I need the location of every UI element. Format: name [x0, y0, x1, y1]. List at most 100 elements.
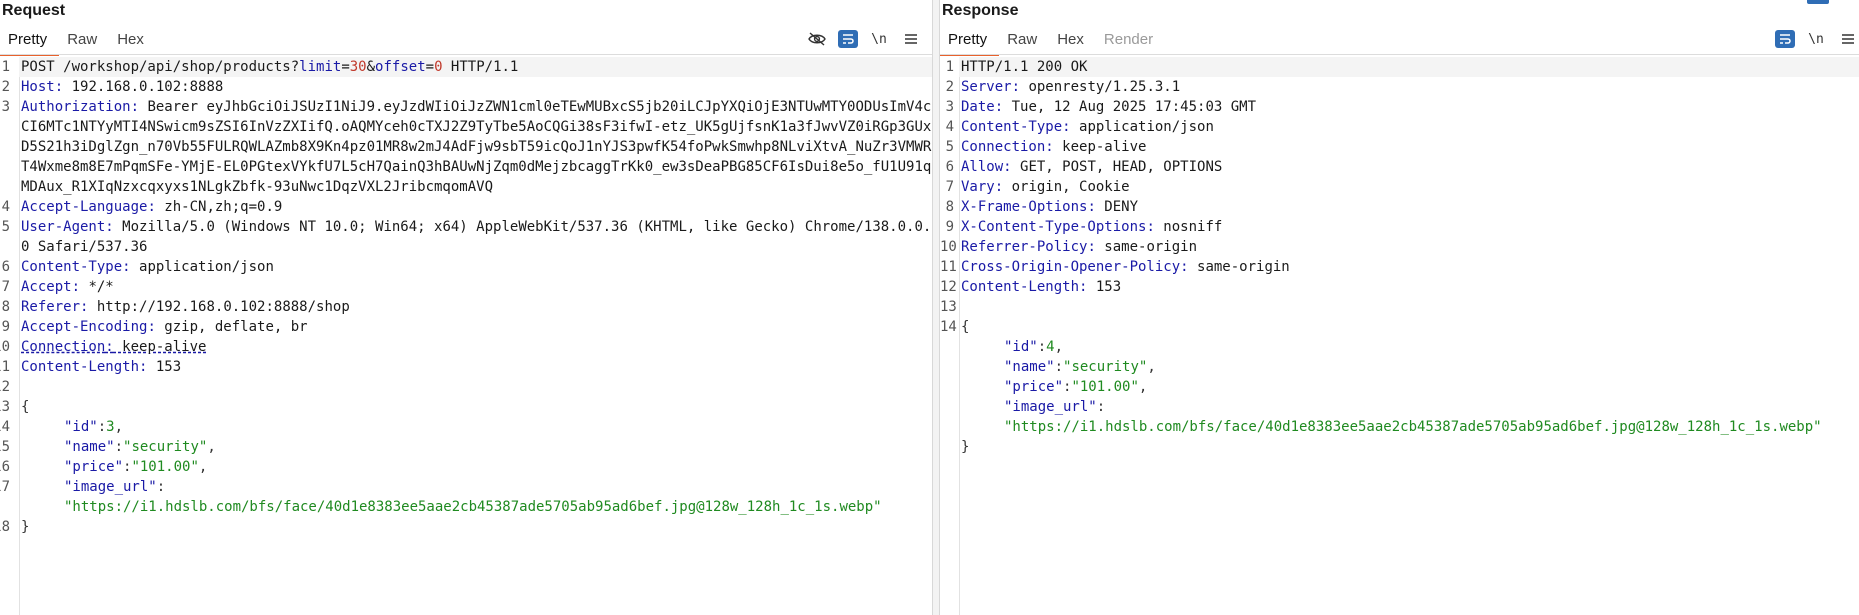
tab-pretty[interactable]: Pretty: [940, 28, 1000, 56]
response-tabs: Pretty Raw Hex Render: [940, 28, 1165, 56]
header-line: 8 Referer: http://192.168.0.102:8888/shop: [1, 299, 350, 315]
header-value: GET, POST, HEAD, OPTIONS: [1011, 159, 1223, 175]
header-value: DENY: [1095, 199, 1139, 215]
pane-splitter[interactable]: [932, 0, 940, 615]
header-line: 11Content-Length: 153: [0, 359, 182, 375]
json-line-image-url: 17"image_url":"https://i1.hdslb.com/bfs/…: [0, 479, 882, 515]
line-number: 5: [945, 139, 954, 155]
header-name: Authorization: [21, 99, 131, 115]
header-name: Cross-Origin-Opener-Policy: [961, 259, 1181, 275]
json-open: 14{: [940, 319, 970, 335]
json-line-price: "price":"101.00",: [1004, 379, 1148, 395]
line-number: 12: [940, 279, 957, 295]
line-number: 8: [1, 299, 10, 315]
line-number: 3: [945, 99, 954, 115]
header-value: Bearer eyJhbGciOiJSUzI1NiJ9.eyJzdWIiOiJz…: [21, 99, 932, 195]
header-line: 4 Content-Type: application/json: [940, 117, 1859, 137]
header-name: Vary: [961, 179, 995, 195]
newline-toggle[interactable]: \n: [1805, 29, 1827, 49]
header-line: 5 User-Agent: Mozilla/5.0 (Windows NT 10.…: [1, 219, 932, 255]
json-line-name: "name":"security",: [1004, 359, 1156, 375]
header-value: openresty/1.25.3.1: [1020, 79, 1181, 95]
header-value: same-origin: [1188, 259, 1290, 275]
header-value: 153: [1087, 279, 1122, 295]
tab-render[interactable]: Render: [1096, 28, 1165, 54]
header-value: keep-alive: [113, 339, 207, 355]
menu-icon[interactable]: [900, 29, 922, 49]
tab-raw[interactable]: Raw: [999, 28, 1049, 54]
tab-hex[interactable]: Hex: [109, 28, 156, 54]
request-line: 1 POST /workshop/api/shop/products?limit…: [0, 57, 932, 77]
newline-toggle[interactable]: \n: [868, 29, 890, 49]
response-pane: Response Pretty Raw Hex Render \n 1 HTTP…: [940, 0, 1859, 615]
json-close: 18}: [0, 519, 30, 535]
request-pane: Request Pretty Raw Hex \n 1 POST /worksh…: [0, 0, 932, 615]
header-name: X-Frame-Options: [961, 199, 1088, 215]
toggle-indicator: [1807, 0, 1829, 4]
response-toolbar: \n: [1775, 29, 1859, 49]
header-line: 3 Authorization: Bearer eyJhbGciOiJSUzI1N…: [1, 99, 932, 195]
header-name: X-Content-Type-Options: [961, 219, 1147, 235]
header-name: Content-Type: [961, 119, 1063, 135]
header-line: 9 X-Content-Type-Options: nosniff: [940, 217, 1859, 237]
header-name: Accept-Encoding: [21, 319, 148, 335]
header-name: Connection: [961, 139, 1046, 155]
wrap-lines-icon[interactable]: [1775, 30, 1795, 48]
line-number: 11: [940, 259, 957, 275]
header-name: Referrer-Policy: [961, 239, 1088, 255]
header-name: Date: [961, 99, 995, 115]
line-number: 7: [945, 179, 954, 195]
header-name: Server: [961, 79, 1012, 95]
blank-line: 12: [0, 379, 10, 395]
json-close: }: [961, 439, 970, 455]
line-number: 3: [1, 99, 10, 115]
json-line-id: "id":4,: [1004, 339, 1064, 355]
response-editor[interactable]: 1 HTTP/1.1 200 OK 2 Server: openresty/1.2…: [940, 57, 1859, 615]
header-value: application/json: [130, 259, 274, 275]
header-value: zh-CN,zh;q=0.9: [155, 199, 283, 215]
header-line: 10Connection: keep-alive: [0, 339, 207, 355]
line-number: 7: [1, 279, 10, 295]
json-line-image-url: "image_url": "https://i1.hdslb.com/bfs/fa…: [1004, 399, 1822, 435]
json-open: 13{: [0, 399, 30, 415]
header-name: Accept: [21, 279, 72, 295]
header-line: 7 Accept: */*: [1, 279, 114, 295]
eye-off-icon[interactable]: [806, 29, 828, 49]
tab-raw[interactable]: Raw: [59, 28, 109, 54]
line-number: 5: [1, 219, 10, 235]
header-value: nosniff: [1154, 219, 1223, 235]
header-value: same-origin: [1095, 239, 1198, 255]
header-value: gzip, deflate, br: [155, 319, 308, 335]
wrap-lines-icon[interactable]: [838, 30, 858, 48]
line-number: 2: [1, 79, 10, 95]
header-line: 8 X-Frame-Options: DENY: [940, 197, 1859, 217]
line-number: 9: [1, 319, 10, 335]
line-number: 11: [0, 359, 10, 375]
header-value: Mozilla/5.0 (Windows NT 10.0; Win64; x64…: [21, 219, 932, 255]
header-value: origin, Cookie: [1003, 179, 1130, 195]
line-number: 9: [945, 219, 954, 235]
header-value: http://192.168.0.102:8888/shop: [88, 299, 350, 315]
request-editor[interactable]: 1 POST /workshop/api/shop/products?limit…: [0, 57, 932, 615]
tab-hex[interactable]: Hex: [1049, 28, 1096, 54]
line-number: 10: [940, 239, 957, 255]
header-line: 12 Content-Length: 153: [940, 279, 1122, 295]
line-number: 6: [1, 259, 10, 275]
header-name: Content-Length: [21, 359, 140, 375]
menu-icon[interactable]: [1837, 29, 1859, 49]
status-line: 1 HTTP/1.1 200 OK: [940, 57, 1859, 77]
header-name: Connection: [21, 339, 106, 355]
blank-line: 13: [940, 299, 957, 315]
line-number: 6: [945, 159, 954, 175]
header-line: 6 Content-Type: application/json: [1, 259, 274, 275]
header-line: 2 Server: openresty/1.25.3.1: [940, 77, 1859, 97]
json-line-price: 16"price":"101.00",: [0, 459, 208, 475]
json-line-id: 14"id":3,: [0, 419, 124, 435]
tab-pretty[interactable]: Pretty: [0, 28, 60, 56]
json-line-name: 15"name":"security",: [0, 439, 216, 455]
header-value: Tue, 12 Aug 2025 17:45:03 GMT: [1003, 99, 1257, 115]
header-line: 9 Accept-Encoding: gzip, deflate, br: [1, 319, 308, 335]
header-name: Accept-Language: [21, 199, 148, 215]
header-value: 153: [147, 359, 182, 375]
header-line: 6 Allow: GET, POST, HEAD, OPTIONS: [940, 157, 1859, 177]
